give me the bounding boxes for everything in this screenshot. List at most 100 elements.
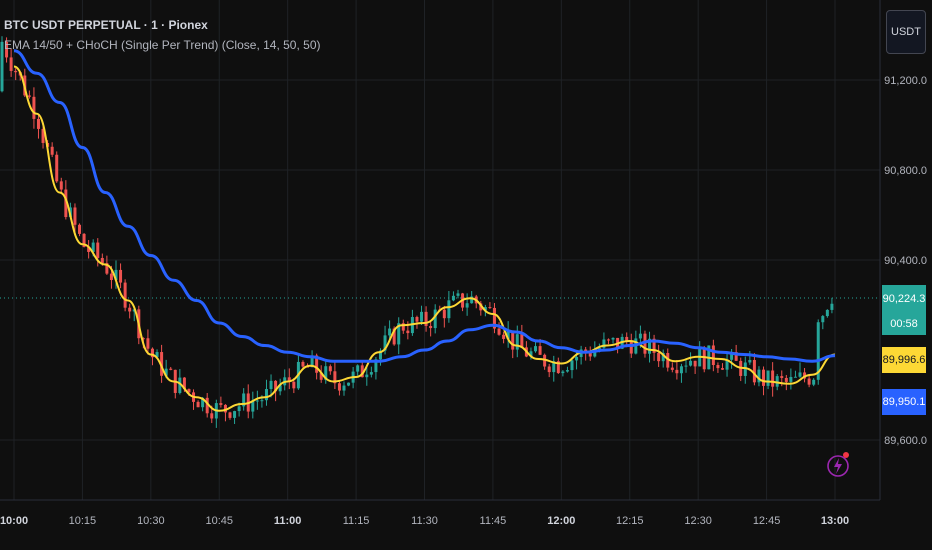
candle-body <box>32 96 36 119</box>
candle-body <box>812 379 816 385</box>
time-tick-label: 12:45 <box>753 515 781 527</box>
lightning-icon[interactable] <box>826 446 854 482</box>
candle-body <box>388 328 392 336</box>
candle-body <box>219 403 223 405</box>
candle-body <box>798 372 802 377</box>
price-tick-label: 90,400.0 <box>884 255 927 267</box>
candle-body <box>196 401 200 408</box>
candle-body <box>488 307 492 309</box>
candle-body <box>511 330 515 350</box>
candle-body <box>260 400 264 402</box>
ema14-tag: 89,996.6 <box>882 347 926 373</box>
candle-body <box>821 316 825 323</box>
candle-body <box>55 154 59 182</box>
candle-body <box>255 400 259 402</box>
candle-body <box>670 367 674 370</box>
candle-body <box>679 366 683 374</box>
candle-body <box>36 118 40 129</box>
indicator-label[interactable]: EMA 14/50 + CHoCH (Single Per Trend) (Cl… <box>4 38 320 52</box>
candle-body <box>109 273 113 280</box>
candle-body <box>561 371 565 374</box>
candle-body <box>14 70 18 73</box>
candle-body <box>347 382 351 386</box>
ema14-value: 89,996.6 <box>882 354 926 366</box>
last-price-value: 90,224.3 <box>882 293 926 305</box>
candle-body <box>538 346 542 355</box>
candle-body <box>356 365 360 372</box>
candle-body <box>684 365 688 367</box>
candle-body <box>9 57 13 71</box>
candle-body <box>369 372 373 375</box>
candle-body <box>169 368 173 370</box>
price-chart[interactable]: 91,200.0 90,800.0 90,400.0 89,600.0 10:00 10… <box>0 0 932 550</box>
candle-body <box>337 383 341 391</box>
candle-body <box>420 311 424 322</box>
candle-body <box>611 337 615 340</box>
candle-body <box>210 413 214 419</box>
time-tick-label: 10:30 <box>137 515 165 527</box>
candle-body <box>766 370 770 386</box>
candle-body <box>269 380 273 390</box>
candle-body <box>292 381 296 389</box>
candle-body <box>128 307 132 312</box>
candle-body <box>752 360 756 383</box>
time-tick-label: 12:15 <box>616 515 644 527</box>
candle-body <box>547 366 551 373</box>
candle-body <box>50 146 54 155</box>
time-tick-label: 13:00 <box>821 515 849 527</box>
countdown-value: 00:58 <box>890 318 918 330</box>
candle-body <box>534 346 538 352</box>
candle-body <box>465 303 469 308</box>
candle-body <box>780 376 784 378</box>
candle-body <box>502 334 506 339</box>
ema50-tag: 89,950.1 <box>882 389 926 415</box>
time-tick-label: 12:00 <box>547 515 575 527</box>
price-tick-label: 90,800.0 <box>884 165 927 177</box>
candle-body <box>27 95 31 97</box>
price-tick-label: 89,600.0 <box>884 435 927 447</box>
candle-body <box>575 356 579 361</box>
candle-body <box>789 376 793 382</box>
candle-body <box>515 334 519 350</box>
candle-body <box>657 352 661 362</box>
candle-body <box>793 376 797 378</box>
candle-body <box>365 374 369 378</box>
candle-body <box>606 339 610 341</box>
candle-body <box>237 406 241 412</box>
price-tick-label: 91,200.0 <box>884 75 927 87</box>
candle-body <box>78 224 82 234</box>
candle-body <box>748 360 752 363</box>
candle-body <box>447 300 451 319</box>
candle-body <box>771 370 775 387</box>
candle-body <box>456 293 460 296</box>
candle-body <box>233 411 237 418</box>
time-tick-label: 11:45 <box>480 515 507 527</box>
candle-body <box>119 269 123 283</box>
candle-body <box>328 366 332 372</box>
candle-body <box>720 368 724 370</box>
candle-body <box>406 330 410 334</box>
candle-body <box>638 333 642 339</box>
candle-body <box>762 369 766 386</box>
candle-body <box>570 360 574 371</box>
time-tick-label: 10:15 <box>69 515 97 527</box>
candle-body <box>342 385 346 391</box>
currency-button[interactable]: USDT <box>886 10 926 54</box>
candle-body <box>711 345 715 366</box>
time-tick-label: 10:45 <box>205 515 233 527</box>
candle-body <box>228 412 232 418</box>
candle-body <box>629 341 633 354</box>
candle-body <box>100 257 104 264</box>
time-tick-label: 10:00 <box>0 515 28 527</box>
candle-body <box>264 389 268 401</box>
chart-legend: BTC USDT PERPETUAL · 1 · Pionex EMA 14/5… <box>4 18 320 52</box>
chart-background <box>0 0 932 550</box>
candle-body <box>73 207 77 225</box>
time-tick-label: 11:30 <box>411 515 438 527</box>
candle-body <box>301 361 305 367</box>
symbol-title[interactable]: BTC USDT PERPETUAL · 1 · Pionex <box>4 18 208 32</box>
candle-body <box>96 242 100 258</box>
ema50-value: 89,950.1 <box>882 396 926 408</box>
last-price-tag: 90,224.3 <box>882 285 926 313</box>
candle-body <box>146 338 150 349</box>
